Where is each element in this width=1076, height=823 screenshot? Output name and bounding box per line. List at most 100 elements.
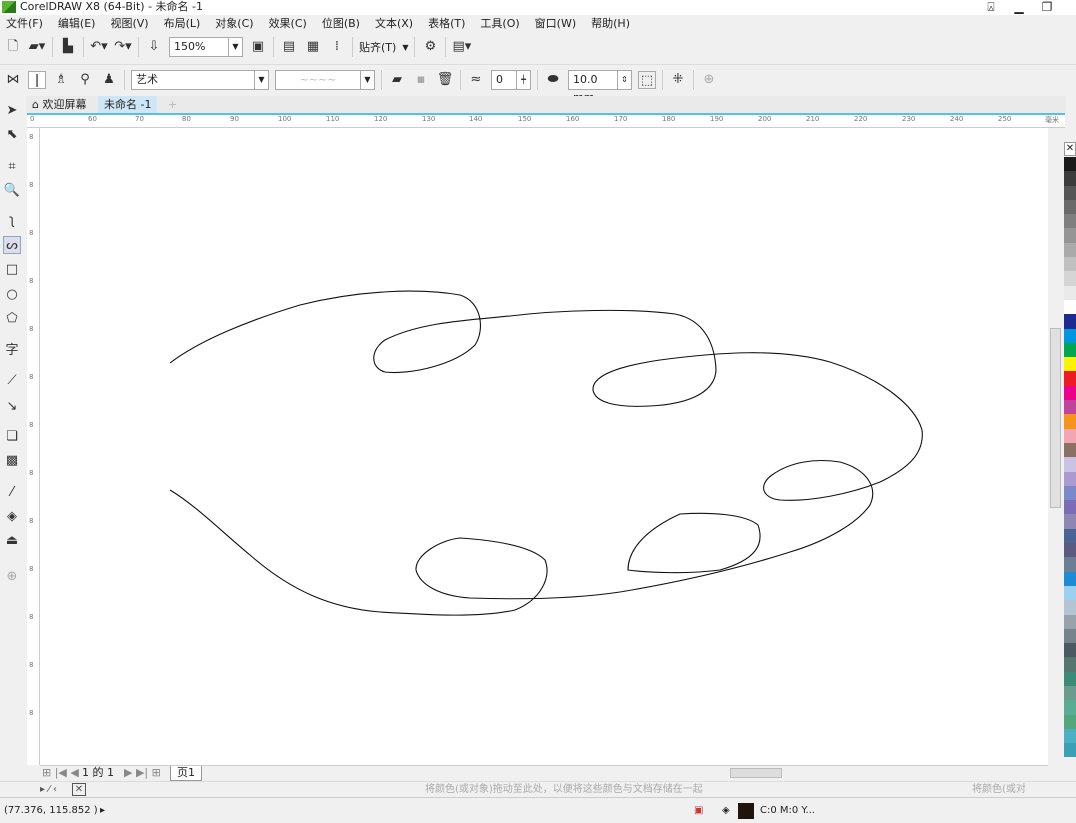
width-input[interactable]: 10.0 mm⇕ xyxy=(568,69,632,104)
snap-to-button[interactable]: 贴齐(T) xyxy=(359,39,396,55)
restore-button[interactable]: ❐ xyxy=(1036,0,1058,15)
width-value[interactable]: 10.0 mm xyxy=(568,69,618,104)
blob-stroke[interactable] xyxy=(627,512,761,574)
zoom-level-value[interactable]: 150% xyxy=(169,37,229,57)
color-swatch[interactable] xyxy=(1064,328,1076,343)
rectangle-tool-icon[interactable]: □ xyxy=(3,261,21,279)
redo-icon[interactable]: ↷▾ xyxy=(114,38,132,56)
guidelines-icon[interactable]: ⁞ xyxy=(328,38,346,56)
color-swatch[interactable] xyxy=(1064,600,1076,615)
import-icon[interactable]: ⇩ xyxy=(145,38,163,56)
ellipse-tool-icon[interactable]: ○ xyxy=(3,286,21,304)
spinner-icon[interactable]: ⇕ xyxy=(618,69,632,90)
freehand-tool-icon[interactable]: ʅ xyxy=(3,212,21,230)
chevron-down-icon[interactable]: ▼ xyxy=(402,43,408,52)
artistic-media-tool-icon[interactable]: ᔕ xyxy=(3,236,21,254)
page-nav-first-icon[interactable]: ⊞ |◀ ◀ xyxy=(42,766,79,780)
add-icon[interactable]: ⊕ xyxy=(700,71,718,89)
parallel-dimension-tool-icon[interactable]: ⟋ xyxy=(3,372,21,390)
color-swatch[interactable] xyxy=(1064,242,1076,258)
sprayer-icon[interactable]: ⚲ xyxy=(76,71,94,89)
color-swatch[interactable] xyxy=(1064,228,1076,243)
drop-shadow-tool-icon[interactable]: ❏ xyxy=(3,428,21,446)
color-swatch[interactable] xyxy=(1064,685,1076,701)
color-swatch[interactable] xyxy=(1064,585,1076,601)
color-swatch[interactable] xyxy=(1064,614,1076,629)
menu-table[interactable]: 表格(T) xyxy=(428,15,465,33)
smoothing-input[interactable]: 0 ┿ xyxy=(491,69,531,90)
color-swatch[interactable] xyxy=(1064,171,1076,186)
color-swatch[interactable] xyxy=(1064,643,1076,658)
color-swatch[interactable] xyxy=(1064,743,1076,758)
tab-welcome[interactable]: ⌂ 欢迎屏幕 xyxy=(26,96,92,113)
color-swatch[interactable] xyxy=(1064,357,1076,372)
delete-icon[interactable]: 🗑 xyxy=(436,71,454,89)
stroke-select[interactable]: ~~~~ ▼ xyxy=(275,69,375,90)
color-swatch[interactable] xyxy=(1064,271,1076,286)
new-tab-button[interactable]: + xyxy=(162,96,183,113)
mirror-icon[interactable]: ⋈ xyxy=(4,71,22,89)
calligraphic-icon[interactable]: ♟ xyxy=(100,71,118,89)
transparency-tool-icon[interactable]: ▩ xyxy=(3,452,21,470)
chevron-down-icon[interactable]: ▼ xyxy=(361,69,375,90)
menu-edit[interactable]: 编辑(E) xyxy=(58,15,96,33)
text-tool-icon[interactable]: 字 xyxy=(3,342,21,360)
add-tool-icon[interactable]: ⊕ xyxy=(3,568,21,586)
interactive-fill-tool-icon[interactable]: ◈ xyxy=(3,508,21,526)
undo-icon[interactable]: ↶▾ xyxy=(90,38,108,56)
eyedropper-tool-icon[interactable]: ⁄ xyxy=(3,484,21,502)
new-document-icon[interactable]: 🗋 xyxy=(4,38,22,56)
drawing-canvas[interactable] xyxy=(40,128,1048,765)
menu-window[interactable]: 窗口(W) xyxy=(535,15,576,33)
chevron-down-icon[interactable]: ▼ xyxy=(255,69,269,90)
menu-text[interactable]: 文本(X) xyxy=(375,15,413,33)
stroke-preview[interactable]: ~~~~ xyxy=(275,69,361,90)
color-swatch[interactable] xyxy=(1064,414,1076,429)
color-swatch[interactable] xyxy=(1064,457,1076,472)
color-swatch[interactable] xyxy=(1064,657,1076,672)
browse-folder-icon[interactable]: ▰ xyxy=(388,71,406,89)
full-screen-icon[interactable]: ▣ xyxy=(249,38,267,56)
menu-help[interactable]: 帮助(H) xyxy=(591,15,630,33)
application-launcher-icon[interactable]: ▤▾ xyxy=(452,38,471,56)
horizontal-ruler[interactable]: 0 60 70 80 90 100 110 120 130 140 150 160 170 180 190 2… xyxy=(27,113,1065,128)
connector-tool-icon[interactable]: ↘ xyxy=(3,398,21,416)
expand-arrow-icon[interactable]: ▸ xyxy=(100,798,105,823)
menu-file[interactable]: 文件(F) xyxy=(6,15,43,33)
menu-layout[interactable]: 布局(L) xyxy=(164,15,201,33)
brush-icon[interactable]: ♗ xyxy=(52,71,70,89)
slider-icon[interactable]: ┿ xyxy=(517,69,531,90)
color-swatch[interactable] xyxy=(1064,299,1076,315)
color-swatch[interactable] xyxy=(1064,385,1076,401)
scrollbar-thumb[interactable] xyxy=(1050,328,1061,508)
color-proof-icon[interactable]: ▣ xyxy=(694,798,703,823)
preset-value[interactable]: 艺术 xyxy=(131,69,255,90)
polygon-tool-icon[interactable]: ⬠ xyxy=(3,310,21,328)
zoom-tool-icon[interactable]: 🔍 xyxy=(3,182,21,200)
fill-color-swatch[interactable] xyxy=(738,803,754,819)
color-swatch[interactable] xyxy=(1064,628,1076,644)
color-swatch[interactable] xyxy=(1064,543,1076,558)
upper-stroke[interactable] xyxy=(169,290,923,616)
color-swatch[interactable] xyxy=(1064,342,1076,358)
menu-view[interactable]: 视图(V) xyxy=(110,15,148,33)
bounding-box-icon[interactable]: ⁜ xyxy=(669,71,687,89)
color-swatch[interactable] xyxy=(1064,199,1076,215)
color-swatch[interactable] xyxy=(1064,714,1076,729)
crop-tool-icon[interactable]: ⌗ xyxy=(3,158,21,176)
color-swatch[interactable] xyxy=(1064,257,1076,272)
color-swatch[interactable] xyxy=(1064,442,1076,458)
no-color-swatch[interactable]: ✕ xyxy=(1064,142,1076,156)
save-stroke-icon[interactable]: ▪ xyxy=(412,71,430,89)
menu-effects[interactable]: 效果(C) xyxy=(269,15,307,33)
color-swatch[interactable] xyxy=(1064,528,1076,544)
vertical-ruler[interactable]: 8 8 8 8 8 8 8 8 8 8 8 8 8 xyxy=(27,128,40,765)
color-swatch[interactable] xyxy=(1064,571,1076,586)
menu-object[interactable]: 对象(C) xyxy=(215,15,253,33)
color-swatch[interactable] xyxy=(1064,485,1076,501)
color-swatch[interactable] xyxy=(1064,400,1076,415)
color-swatch[interactable] xyxy=(1064,185,1076,200)
smoothing-value[interactable]: 0 xyxy=(491,69,517,90)
color-swatch[interactable] xyxy=(1064,514,1076,529)
menu-bitmaps[interactable]: 位图(B) xyxy=(322,15,360,33)
